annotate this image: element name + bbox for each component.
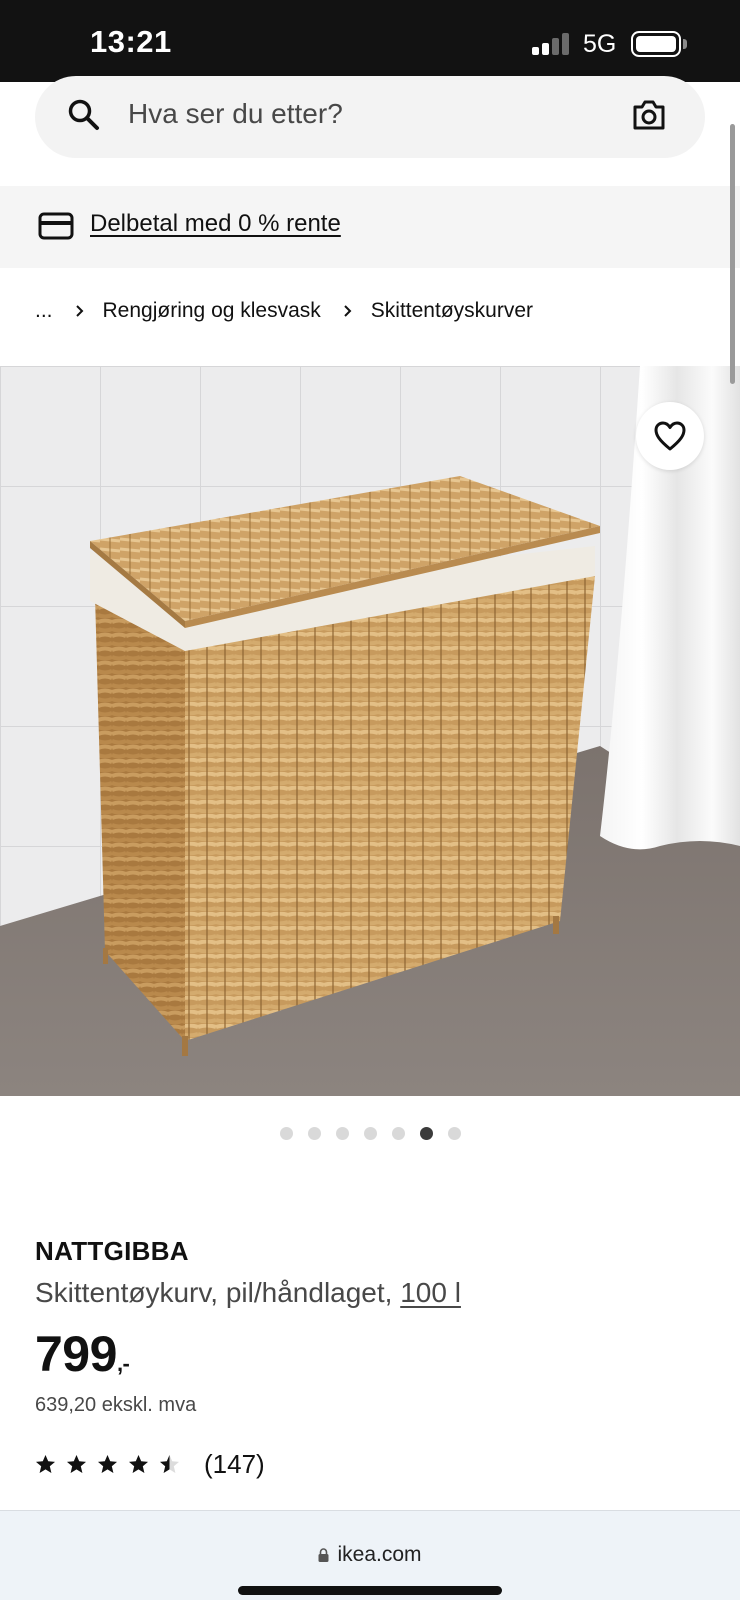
- review-count[interactable]: (147): [204, 1449, 265, 1480]
- price-value: 799: [35, 1326, 117, 1382]
- home-indicator[interactable]: [238, 1586, 502, 1595]
- carousel-dot[interactable]: [364, 1127, 377, 1140]
- url-bar[interactable]: ikea.com: [0, 1543, 740, 1567]
- installment-link[interactable]: Delbetal med 0 % rente: [90, 210, 341, 238]
- url-text: ikea.com: [337, 1543, 422, 1566]
- breadcrumb: ... Rengjøring og klesvask Skittentøysku…: [35, 296, 533, 326]
- breadcrumb-ellipsis[interactable]: ...: [35, 299, 53, 323]
- chevron-right-icon: [341, 304, 355, 318]
- product-description: Skittentøykurv, pil/håndlaget, 100 l: [35, 1277, 461, 1309]
- carousel-dot[interactable]: [392, 1127, 405, 1140]
- battery-tip: [683, 39, 687, 49]
- product-price: 799,-: [35, 1325, 130, 1383]
- breadcrumb-cleaning-laundry[interactable]: Rengjøring og klesvask: [103, 299, 321, 323]
- finance-banner: Delbetal med 0 % rente: [0, 186, 740, 268]
- carousel-dot[interactable]: [336, 1127, 349, 1140]
- search-input[interactable]: Hva ser du etter?: [128, 98, 343, 130]
- favorite-button[interactable]: [636, 402, 704, 470]
- rating[interactable]: (147): [35, 1449, 265, 1480]
- star-icon: [67, 1455, 86, 1473]
- breadcrumb-laundry-baskets[interactable]: Skittentøyskurver: [371, 299, 533, 323]
- chevron-right-icon: [73, 304, 87, 318]
- star-icon: [98, 1455, 117, 1473]
- status-bar: 13:21 5G: [0, 0, 740, 82]
- product-description-text: Skittentøykurv, pil/håndlaget,: [35, 1277, 393, 1308]
- carousel-indicator: [280, 1127, 461, 1140]
- scrollbar-thumb[interactable]: [730, 124, 735, 384]
- star-icon: [129, 1455, 148, 1473]
- lock-icon: [318, 1548, 329, 1562]
- carousel-dot[interactable]: [448, 1127, 461, 1140]
- browser-bar: ikea.com: [0, 1510, 740, 1600]
- product-image[interactable]: [0, 366, 740, 1096]
- carousel-dot[interactable]: [420, 1127, 433, 1140]
- star-icon: [36, 1455, 55, 1473]
- price-suffix: ,-: [116, 1351, 130, 1376]
- status-time: 13:21: [90, 24, 172, 59]
- network-type: 5G: [583, 30, 617, 58]
- search-icon: [68, 99, 99, 130]
- carousel-dot[interactable]: [308, 1127, 321, 1140]
- product-name: NATTGIBBA: [35, 1236, 189, 1266]
- credit-card-icon: [38, 212, 74, 240]
- carousel-dot[interactable]: [280, 1127, 293, 1140]
- search-bar[interactable]: Hva ser du etter?: [35, 76, 705, 158]
- size-link[interactable]: 100 l: [400, 1277, 461, 1308]
- heart-icon: [654, 421, 686, 451]
- star-rating: [35, 1454, 190, 1475]
- battery-icon: [631, 31, 681, 57]
- camera-icon[interactable]: [631, 98, 667, 132]
- star-icon: [160, 1455, 179, 1473]
- price-excl-vat: 639,20 ekskl. mva: [35, 1394, 197, 1416]
- signal-strength-icon: [532, 33, 572, 55]
